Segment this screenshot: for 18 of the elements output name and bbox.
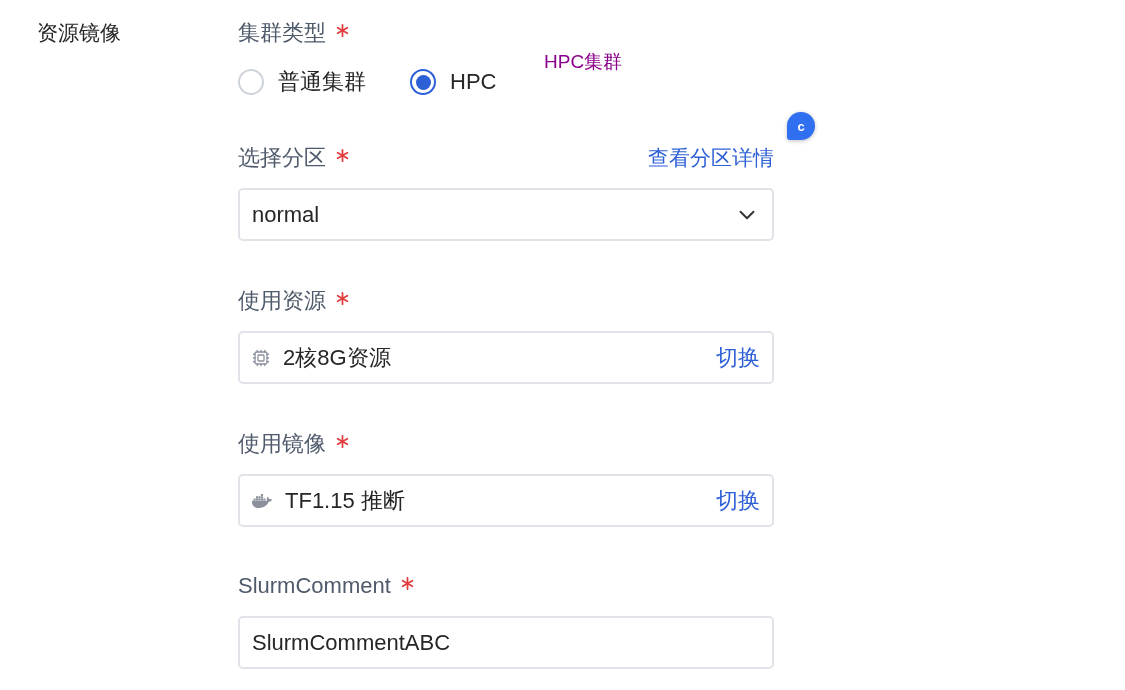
chip-icon — [252, 348, 270, 367]
field-label: 使用镜像 — [238, 430, 326, 458]
annotation-text: HPC集群 — [544, 50, 623, 74]
field-label: 集群类型 — [238, 19, 326, 47]
partition-select[interactable]: normal — [238, 188, 774, 241]
field-label: 使用资源 — [238, 287, 326, 315]
field-label: 选择分区 — [238, 144, 326, 172]
details-link[interactable]: 查看分区详情 — [648, 143, 774, 173]
switch-link[interactable]: 切换 — [716, 484, 760, 517]
text-input[interactable]: SlurmCommentABC — [238, 616, 774, 669]
radio-option[interactable]: 普通集群 — [238, 67, 366, 97]
field-label: SlurmComment — [238, 572, 391, 600]
field-value: 2核8G资源 — [283, 344, 391, 372]
section-title: 资源镜像 — [37, 21, 121, 44]
field-value: TF1.15 推断 — [285, 487, 405, 515]
assistant-button[interactable]: c — [787, 112, 815, 140]
radio-option[interactable]: HPC — [410, 67, 497, 97]
switch-link[interactable]: 切换 — [716, 341, 760, 374]
